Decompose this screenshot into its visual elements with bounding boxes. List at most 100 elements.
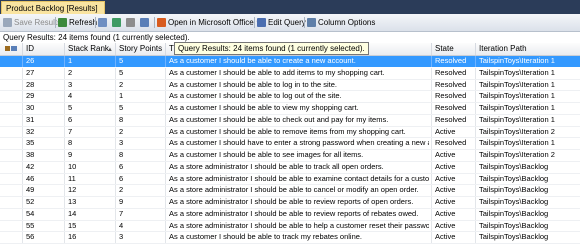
cell-points: 5: [115, 56, 165, 67]
cell-title: As a store administrator I should be abl…: [165, 197, 429, 208]
cell-state: Active: [431, 185, 474, 197]
cell-points: 5: [115, 67, 165, 79]
cell-state: Active: [431, 161, 474, 173]
column-header-state[interactable]: State: [431, 43, 478, 55]
cell-rank: 8: [64, 138, 114, 150]
cell-points: 2: [115, 185, 165, 197]
cell-title: As a customer I should be able to check …: [165, 114, 429, 126]
column-header-id[interactable]: ID: [22, 43, 66, 55]
cell-rank: 9: [64, 150, 114, 161]
column-options-icon: [307, 18, 316, 27]
indent-button[interactable]: [140, 16, 151, 29]
cell-path: TailspinToys\Backlog: [475, 220, 578, 232]
cell-state: Resolved: [431, 56, 474, 67]
cell-title: As a store administrator I should be abl…: [165, 161, 429, 173]
cell-title: As a customer I should be able to track …: [165, 232, 429, 244]
row-selector[interactable]: [0, 103, 23, 114]
toolbar-separator: [304, 17, 305, 28]
table-row[interactable]: 32 7 2 As a customer I should be able to re…: [0, 126, 580, 139]
table-row[interactable]: 42 10 6 As a store administrator I should b…: [0, 161, 580, 174]
cell-rank: 10: [64, 161, 114, 173]
table-row[interactable]: 35 8 3 As a customer I should have to enter…: [0, 138, 580, 151]
indent-icon: [140, 18, 149, 27]
table-row[interactable]: 27 2 5 As a customer I should be able to ad…: [0, 67, 580, 80]
cell-path: TailspinToys\Iteration 1: [475, 103, 578, 114]
table-row[interactable]: 30 5 5 As a customer I should be able to vi…: [0, 103, 580, 115]
cell-id: 31: [22, 114, 62, 126]
cell-points: 1: [115, 91, 165, 103]
new-work-item-button[interactable]: [98, 16, 109, 29]
cell-id: 32: [22, 126, 62, 138]
toolbar-separator: [154, 17, 155, 28]
row-selector[interactable]: [0, 138, 23, 150]
row-selector[interactable]: [0, 114, 23, 126]
cell-state: Resolved: [431, 67, 474, 79]
row-selector[interactable]: [0, 173, 23, 185]
table-row[interactable]: 38 9 8 As a customer I should be able to se…: [0, 150, 580, 162]
column-options-button[interactable]: Column Options: [307, 16, 375, 29]
cell-path: TailspinToys\Iteration 1: [475, 56, 578, 67]
cell-rank: 13: [64, 197, 114, 208]
pencil-icon: [5, 46, 10, 51]
table-row[interactable]: 29 4 1 As a customer I should be able to lo…: [0, 91, 580, 104]
column-header-story-points[interactable]: Story Points: [115, 43, 169, 55]
office-icon: [157, 18, 166, 27]
header-icons-cell: [2, 43, 21, 55]
table-row[interactable]: 31 6 8 As a customer I should be able to ch…: [0, 114, 580, 127]
outdent-button[interactable]: [126, 16, 137, 29]
row-selector[interactable]: [0, 197, 23, 208]
table-row[interactable]: 52 13 9 As a store administrator I should b…: [0, 197, 580, 209]
table-row[interactable]: 26 1 5 As a customer I should be able to cr…: [0, 56, 580, 67]
cell-id: 56: [22, 232, 62, 244]
edit-query-button[interactable]: Edit Query: [257, 16, 306, 29]
save-results-button[interactable]: Save Results: [3, 16, 61, 29]
cell-id: 55: [22, 220, 62, 232]
row-selector[interactable]: [0, 126, 23, 138]
new-work-item-icon: [98, 18, 107, 27]
cell-path: TailspinToys\Iteration 1: [475, 67, 578, 79]
cell-path: TailspinToys\Backlog: [475, 232, 578, 244]
cell-points: 3: [115, 232, 165, 244]
cell-id: 49: [22, 185, 62, 197]
table-row[interactable]: 55 15 4 As a store administrator I should b…: [0, 220, 580, 233]
row-selector[interactable]: [0, 91, 23, 103]
cell-path: TailspinToys\Iteration 1: [475, 114, 578, 126]
cell-path: TailspinToys\Iteration 2: [475, 126, 578, 138]
cell-points: 3: [115, 138, 165, 150]
cell-path: TailspinToys\Iteration 1: [475, 91, 578, 103]
cell-id: 38: [22, 150, 62, 161]
cell-title: As a store administrator I should be abl…: [165, 220, 429, 232]
row-selector[interactable]: [0, 161, 23, 173]
cell-state: Resolved: [431, 138, 474, 150]
refresh-icon: [58, 18, 67, 27]
outdent-icon: [126, 18, 135, 27]
row-selector[interactable]: [0, 185, 23, 197]
row-selector[interactable]: [0, 67, 23, 79]
cell-rank: 7: [64, 126, 114, 138]
row-selector[interactable]: [0, 208, 23, 220]
column-header-iteration-path[interactable]: Iteration Path: [475, 43, 580, 55]
table-row[interactable]: 56 16 3 As a customer I should be able to t…: [0, 232, 580, 245]
refresh-button[interactable]: Refresh: [58, 16, 97, 29]
table-row[interactable]: 46 11 6 As a store administrator I should b…: [0, 173, 580, 186]
cell-rank: 5: [64, 103, 114, 114]
open-in-office-button[interactable]: Open in Microsoft Office ▾: [157, 16, 261, 29]
row-selector[interactable]: [0, 232, 23, 244]
cell-state: Resolved: [431, 114, 474, 126]
table-row[interactable]: 54 14 7 As a store administrator I should b…: [0, 208, 580, 221]
refresh-label: Refresh: [69, 18, 98, 27]
cell-state: Active: [431, 173, 474, 185]
cell-path: TailspinToys\Backlog: [475, 173, 578, 185]
table-row[interactable]: 28 3 2 As a customer I should be able to lo…: [0, 79, 580, 92]
cell-rank: 14: [64, 208, 114, 220]
tab-product-backlog-results[interactable]: Product Backlog [Results]: [1, 1, 105, 15]
link-work-item-button[interactable]: [112, 16, 123, 29]
row-selector[interactable]: [0, 150, 23, 161]
row-selector[interactable]: [0, 220, 23, 232]
table-row[interactable]: 49 12 2 As a store administrator I should b…: [0, 185, 580, 198]
cell-path: TailspinToys\Iteration 1: [475, 79, 578, 91]
row-selector[interactable]: [0, 56, 23, 67]
row-selector[interactable]: [0, 79, 23, 91]
tooltip: Query Results: 24 items found (1 current…: [174, 42, 369, 55]
cell-path: TailspinToys\Iteration 2: [475, 150, 578, 161]
